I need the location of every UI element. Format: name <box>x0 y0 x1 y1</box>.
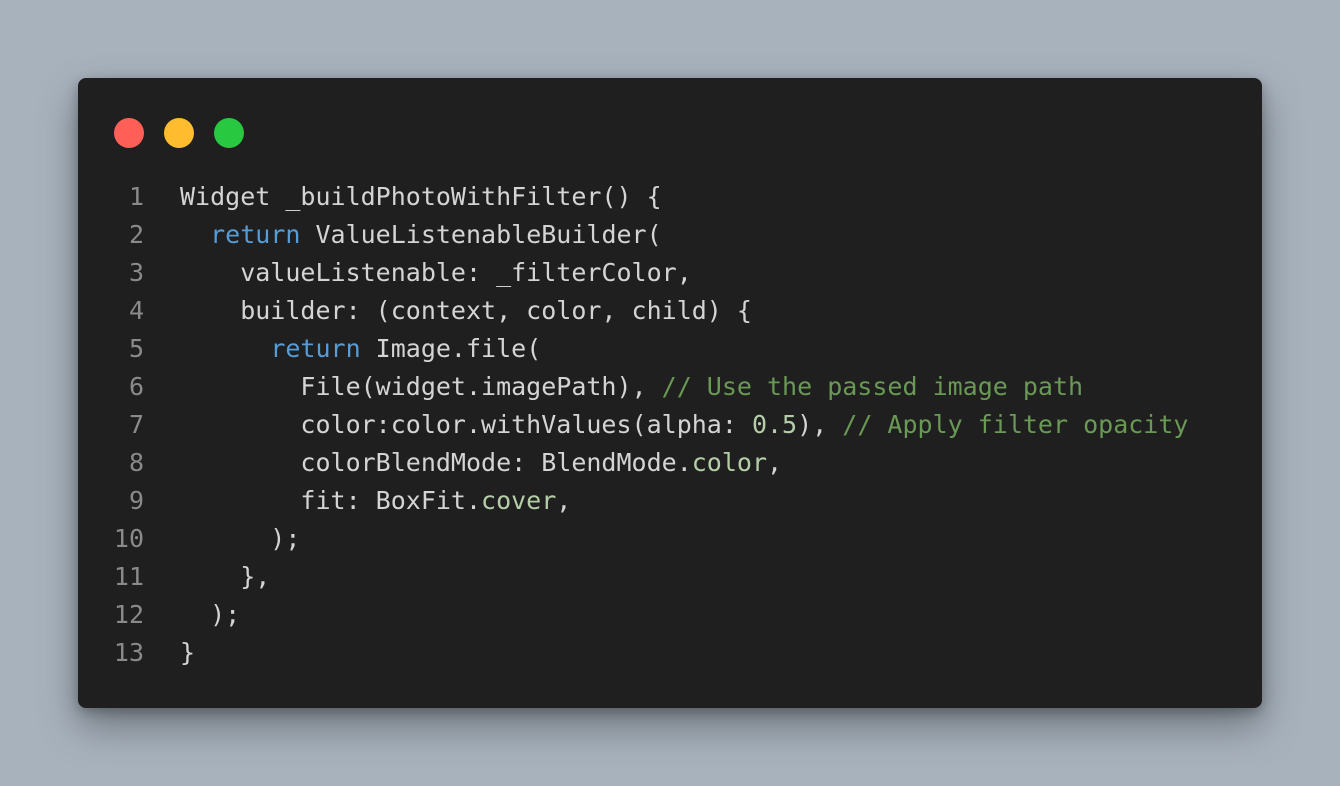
code-text: builder: (context, color, child) { <box>144 292 752 330</box>
code-token: File(widget.imagePath), <box>180 372 662 401</box>
maximize-dot-icon[interactable] <box>214 118 244 148</box>
line-number: 11 <box>113 562 144 591</box>
code-text: }, <box>144 558 270 596</box>
window-controls <box>114 118 244 148</box>
code-text: File(widget.imagePath), // Use the passe… <box>144 368 1083 406</box>
code-text: } <box>144 634 195 672</box>
code-token: }, <box>180 562 271 591</box>
code-token: color <box>691 448 768 477</box>
line-number: 6 <box>128 372 144 401</box>
line-number: 10 <box>113 524 144 553</box>
code-text: colorBlendMode: BlendMode.color, <box>144 444 782 482</box>
code-token: // Use the passed image path <box>661 372 1084 401</box>
code-line: 9 fit: BoxFit.cover, <box>78 482 1262 520</box>
code-token: color:color.withValues(alpha: <box>180 410 752 439</box>
line-number: 12 <box>113 600 144 629</box>
code-token: builder: (context, color, child) { <box>180 296 752 325</box>
code-text: return Image.file( <box>144 330 541 368</box>
code-text: valueListenable: _filterColor, <box>144 254 692 292</box>
code-token: // Apply filter opacity <box>842 410 1189 439</box>
code-line: 3 valueListenable: _filterColor, <box>78 254 1262 292</box>
code-token: return <box>210 220 301 249</box>
code-line: 4 builder: (context, color, child) { <box>78 292 1262 330</box>
line-number: 2 <box>128 220 144 249</box>
code-text: fit: BoxFit.cover, <box>144 482 571 520</box>
code-text: ); <box>144 596 240 634</box>
code-line: 7 color:color.withValues(alpha: 0.5), //… <box>78 406 1262 444</box>
code-line: 2 return ValueListenableBuilder( <box>78 216 1262 254</box>
line-number: 7 <box>128 410 144 439</box>
code-token: cover <box>481 486 557 515</box>
code-line: 5 return Image.file( <box>78 330 1262 368</box>
code-line: 10 ); <box>78 520 1262 558</box>
code-token: ); <box>180 524 301 553</box>
code-line: 8 colorBlendMode: BlendMode.color, <box>78 444 1262 482</box>
code-text: color:color.withValues(alpha: 0.5), // A… <box>144 406 1188 444</box>
code-line: 12 ); <box>78 596 1262 634</box>
line-number: 4 <box>128 296 144 325</box>
minimize-dot-icon[interactable] <box>164 118 194 148</box>
code-window: 1 Widget _buildPhotoWithFilter() { 2 retur… <box>78 78 1262 708</box>
code-token: colorBlendMode: BlendMode. <box>180 448 692 477</box>
code-line: 13} <box>78 634 1262 672</box>
code-line: 6 File(widget.imagePath), // Use the pas… <box>78 368 1262 406</box>
code-token: , <box>556 486 572 515</box>
code-token: return <box>270 334 361 363</box>
line-number: 1 <box>128 182 144 211</box>
close-dot-icon[interactable] <box>114 118 144 148</box>
code-token: ); <box>180 600 241 629</box>
code-token: ValueListenableBuilder( <box>300 220 662 249</box>
line-number: 9 <box>128 486 144 515</box>
line-number: 8 <box>128 448 144 477</box>
code-token: ), <box>797 410 843 439</box>
line-number: 3 <box>128 258 144 287</box>
code-token: 0.5 <box>751 410 798 439</box>
code-token: valueListenable: _filterColor, <box>180 258 692 287</box>
code-token: fit: BoxFit. <box>180 486 482 515</box>
code-block: 1 Widget _buildPhotoWithFilter() { 2 retur… <box>78 178 1262 672</box>
code-text: ); <box>144 520 300 558</box>
code-line: 1 Widget _buildPhotoWithFilter() { <box>78 178 1262 216</box>
code-token: , <box>767 448 783 477</box>
code-token: Widget _buildPhotoWithFilter() { <box>180 182 662 211</box>
code-text: Widget _buildPhotoWithFilter() { <box>144 178 662 216</box>
line-number: 13 <box>113 638 144 667</box>
line-number: 5 <box>128 334 144 363</box>
code-line: 11 }, <box>78 558 1262 596</box>
code-token: Image.file( <box>360 334 542 363</box>
code-text: return ValueListenableBuilder( <box>144 216 662 254</box>
code-token: } <box>180 638 196 667</box>
